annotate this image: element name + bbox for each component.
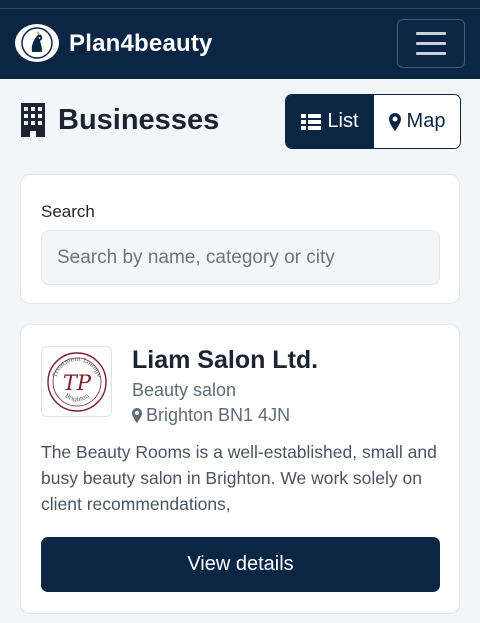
business-logo[interactable]: Treatment Lounge Brighton TP [41,346,112,417]
business-description: The Beauty Rooms is a well-established, … [41,442,437,514]
horse-head-logo-icon [21,27,53,59]
page-header: Businesses [20,100,219,140]
search-card: Search [20,174,460,304]
page-title: Businesses [58,103,220,136]
map-marker-icon [132,408,142,423]
salon-logo-image: Treatment Lounge Brighton TP [46,351,107,412]
business-card: Treatment Lounge Brighton TP Liam Salon … [20,324,460,614]
map-marker-icon [388,112,401,131]
hamburger-bar [416,52,446,55]
view-toggle: List Map [285,94,461,149]
list-view-label: List [327,110,359,132]
list-view-button[interactable]: List [286,95,374,148]
hamburger-menu-icon [416,32,446,35]
brand-name[interactable]: Plan4beauty [69,30,213,58]
navbar-divider [0,8,480,9]
map-view-button[interactable]: Map [374,95,460,148]
list-icon [301,113,322,130]
search-label: Search [41,202,95,221]
business-location: Brighton BN1 4JN [132,405,290,426]
business-location-text: Brighton BN1 4JN [146,405,291,425]
menu-toggle-button[interactable] [397,19,465,68]
view-details-button[interactable]: View details [41,537,440,592]
svg-text:TP: TP [62,371,91,395]
business-category: Beauty salon [132,380,237,400]
map-view-label: Map [406,110,446,132]
search-input[interactable] [41,230,440,285]
navbar: Plan4beauty [0,0,480,79]
business-name[interactable]: Liam Salon Ltd. [132,346,318,375]
building-icon [21,103,45,137]
hamburger-bar [416,42,446,45]
brand-logo[interactable] [15,24,59,62]
